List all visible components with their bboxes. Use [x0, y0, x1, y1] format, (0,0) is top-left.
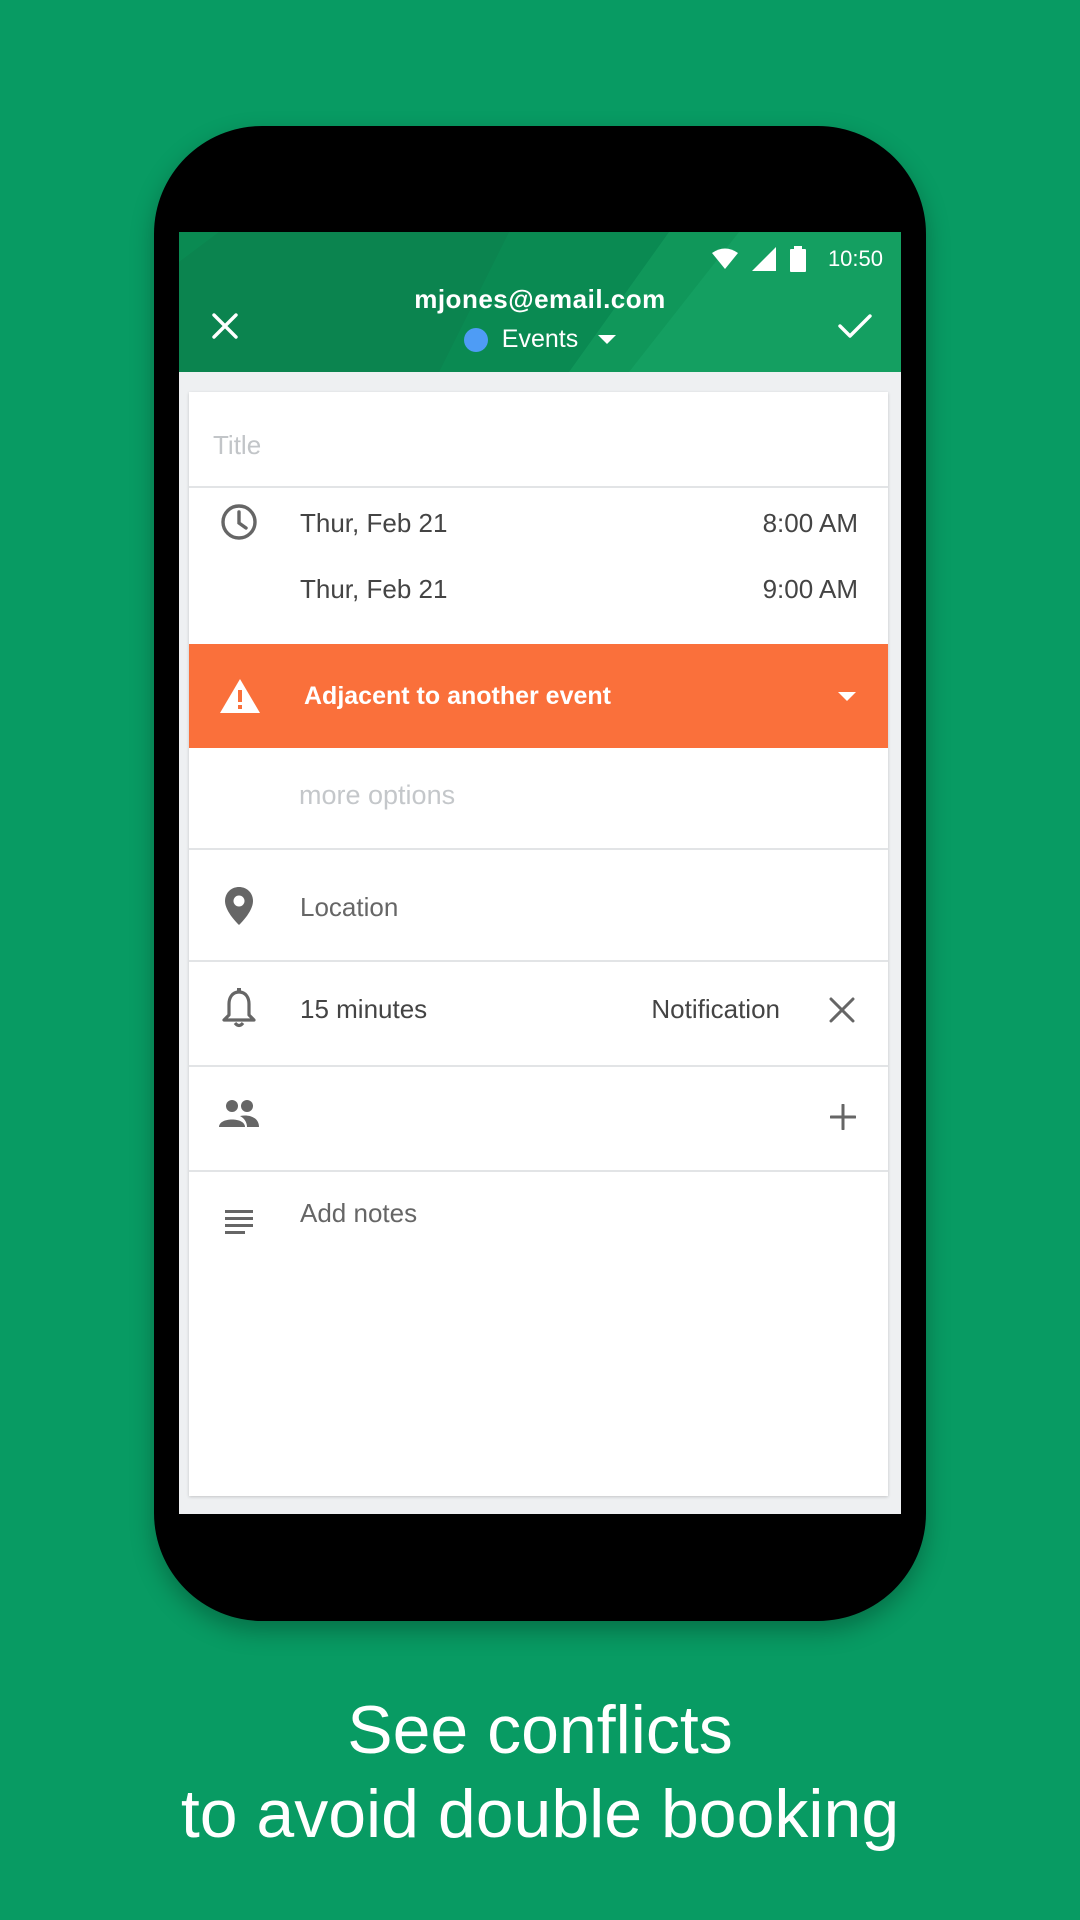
battery-icon	[789, 246, 806, 272]
divider	[189, 848, 888, 850]
notes-field[interactable]: Add notes	[300, 1198, 417, 1229]
save-button[interactable]	[835, 306, 875, 346]
cell-signal-icon	[751, 247, 776, 271]
more-options-link[interactable]: more options	[299, 780, 455, 811]
divider	[189, 960, 888, 962]
location-pin-icon	[217, 884, 261, 928]
start-date[interactable]: Thur, Feb 21	[300, 508, 447, 539]
end-time[interactable]: 9:00 AM	[763, 574, 858, 605]
notification-type[interactable]: Notification	[651, 994, 780, 1025]
event-form: Thur, Feb 21 8:00 AM Thur, Feb 21 9:00 A…	[189, 392, 888, 1496]
phone-screen: 10:50 mjones@email.com Events Title Thur…	[179, 232, 901, 1514]
promo-caption: See conflicts to avoid double booking	[0, 1688, 1080, 1856]
calendar-color-dot	[463, 327, 488, 352]
location-field[interactable]: Location	[300, 892, 398, 923]
bell-icon	[217, 986, 261, 1030]
remove-notification-button[interactable]	[828, 996, 858, 1026]
plus-icon	[829, 1103, 857, 1131]
end-date[interactable]: Thur, Feb 21	[300, 574, 447, 605]
notes-icon	[217, 1200, 261, 1244]
conflict-banner[interactable]: Adjacent to another event	[189, 644, 888, 748]
app-bar: 10:50 mjones@email.com Events	[179, 232, 901, 372]
clock-icon	[217, 500, 261, 544]
dropdown-arrow-icon	[598, 335, 617, 344]
caption-line-1: See conflicts	[347, 1692, 733, 1768]
calendar-selector[interactable]: Events	[179, 325, 901, 354]
account-email: mjones@email.com	[414, 284, 666, 314]
status-bar: 10:50	[711, 242, 883, 276]
close-icon	[829, 997, 855, 1023]
calendar-name: Events	[501, 325, 579, 353]
title-input[interactable]	[213, 430, 813, 461]
checkmark-icon	[838, 314, 872, 338]
divider	[189, 486, 888, 488]
caption-line-2: to avoid double booking	[180, 1776, 900, 1852]
notification-time[interactable]: 15 minutes	[300, 994, 427, 1025]
add-guest-button[interactable]	[829, 1103, 857, 1131]
status-time: 10:50	[827, 246, 883, 271]
people-icon	[217, 1092, 261, 1136]
wifi-icon	[711, 248, 738, 269]
warning-icon	[220, 679, 260, 713]
start-time[interactable]: 8:00 AM	[763, 508, 858, 539]
divider	[189, 1170, 888, 1172]
expand-icon[interactable]	[838, 692, 856, 701]
conflict-message: Adjacent to another event	[304, 682, 611, 710]
divider	[189, 1065, 888, 1067]
